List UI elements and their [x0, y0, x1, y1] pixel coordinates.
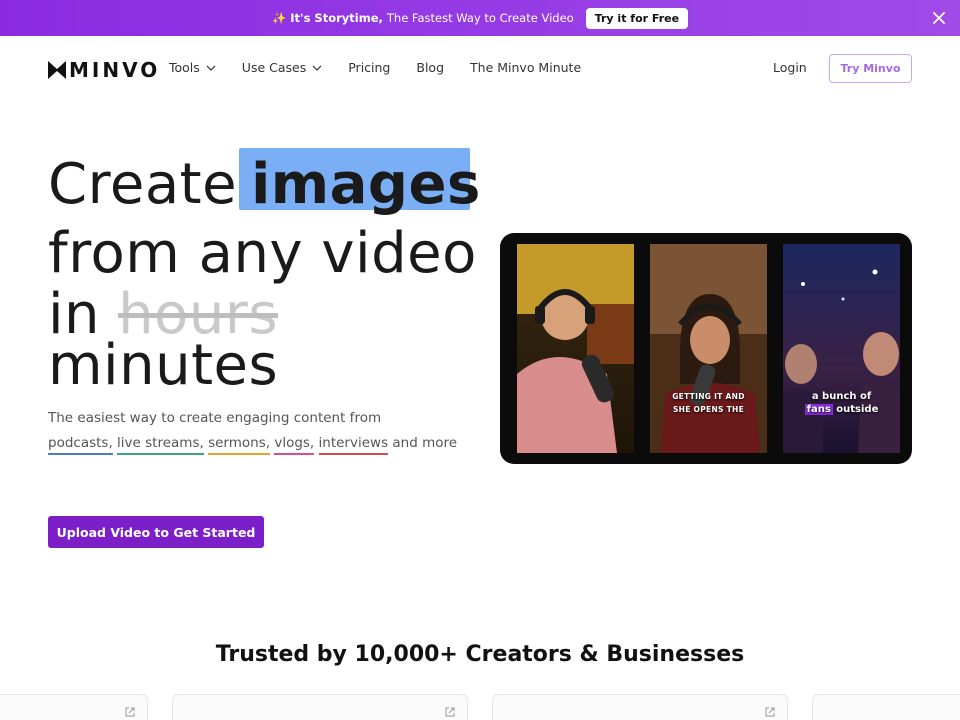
nav-item-tools[interactable]: Tools: [169, 60, 216, 75]
nav-links: Tools Use Cases Pricing Blog The Minvo M…: [169, 60, 607, 75]
caption-guest: GETTING IT AND SHE OPENS THE: [650, 390, 767, 416]
announcement-banner: ✨ It's Storytime, The Fastest Way to Cre…: [0, 0, 960, 36]
nav-item-label: The Minvo Minute: [470, 60, 582, 75]
external-link-icon: [765, 707, 775, 717]
sparkle-icon: ✨: [271, 11, 287, 25]
trusted-heading: Trusted by 10,000+ Creators & Businesses: [215, 642, 745, 667]
desc-intro: The easiest way to create engaging conte…: [48, 410, 382, 426]
nav-item-blog[interactable]: Blog: [416, 60, 444, 75]
headline-line-2: from any video: [48, 221, 477, 286]
logo-text: MINVO: [69, 58, 161, 82]
testimonial-card[interactable]: [172, 694, 468, 720]
chevron-down-icon: [312, 65, 322, 71]
caption-crowd: a bunch of fans outside: [783, 390, 900, 416]
navbar: MINVO Tools Use Cases Pricing Blog The M…: [0, 36, 960, 100]
tag-live-streams[interactable]: live streams,: [117, 435, 204, 455]
external-link-icon: [125, 707, 135, 717]
caption-line: SHE OPENS THE: [672, 405, 745, 414]
preview-panel-crowd: a bunch of fans outside: [783, 244, 900, 453]
nav-item-pricing[interactable]: Pricing: [348, 60, 390, 75]
crowd-illustration: [783, 269, 900, 453]
banner-text: The Fastest Way to Create Video: [386, 11, 574, 25]
tag-sermons[interactable]: sermons,: [208, 435, 271, 455]
preview-panel-podcast-guest: GETTING IT AND SHE OPENS THE: [650, 244, 767, 453]
hero-description: The easiest way to create engaging conte…: [48, 406, 468, 456]
headline-line-1: Create images: [48, 157, 481, 213]
nav-item-use-cases[interactable]: Use Cases: [242, 60, 322, 75]
testimonial-card[interactable]: [492, 694, 788, 720]
minvo-logo-icon: [48, 61, 66, 79]
tag-interviews[interactable]: interviews: [318, 435, 389, 455]
testimonial-card[interactable]: [812, 694, 960, 720]
video-preview: GETTING IT AND SHE OPENS THE a bunch of …: [500, 233, 912, 464]
try-minvo-button[interactable]: Try Minvo: [829, 54, 912, 83]
podcast-host-illustration: [517, 244, 634, 453]
caption-line: outside: [836, 404, 879, 415]
close-icon[interactable]: [930, 9, 948, 27]
login-link[interactable]: Login: [773, 60, 807, 75]
nav-item-label: Pricing: [348, 60, 391, 75]
chevron-down-icon: [206, 65, 216, 71]
headline-word-images: images: [251, 152, 481, 217]
banner-bold-text: It's Storytime,: [290, 11, 383, 25]
nav-item-label: Tools: [169, 60, 200, 75]
upload-video-button[interactable]: Upload Video to Get Started: [48, 516, 264, 548]
caption-highlight-fans: fans: [804, 404, 833, 415]
nav-item-label: Use Cases: [241, 60, 307, 75]
caption-line: GETTING IT AND: [672, 392, 745, 401]
external-link-icon: [445, 707, 455, 717]
desc-outro: and more: [392, 435, 458, 451]
headline-line-4: minutes: [48, 333, 279, 398]
minvo-logo[interactable]: MINVO: [48, 58, 160, 82]
tag-podcasts[interactable]: podcasts,: [48, 435, 113, 455]
nav-item-minvo-minute[interactable]: The Minvo Minute: [470, 60, 581, 75]
preview-panel-podcast-host: [517, 244, 634, 453]
tag-vlogs[interactable]: vlogs,: [274, 435, 315, 455]
headline-word-create: Create: [48, 152, 238, 217]
testimonial-card[interactable]: [0, 694, 148, 720]
podcast-guest-illustration: [650, 244, 767, 453]
caption-line: a bunch of: [811, 391, 872, 402]
nav-item-label: Blog: [416, 60, 445, 75]
banner-try-free-button[interactable]: Try it for Free: [585, 7, 689, 29]
